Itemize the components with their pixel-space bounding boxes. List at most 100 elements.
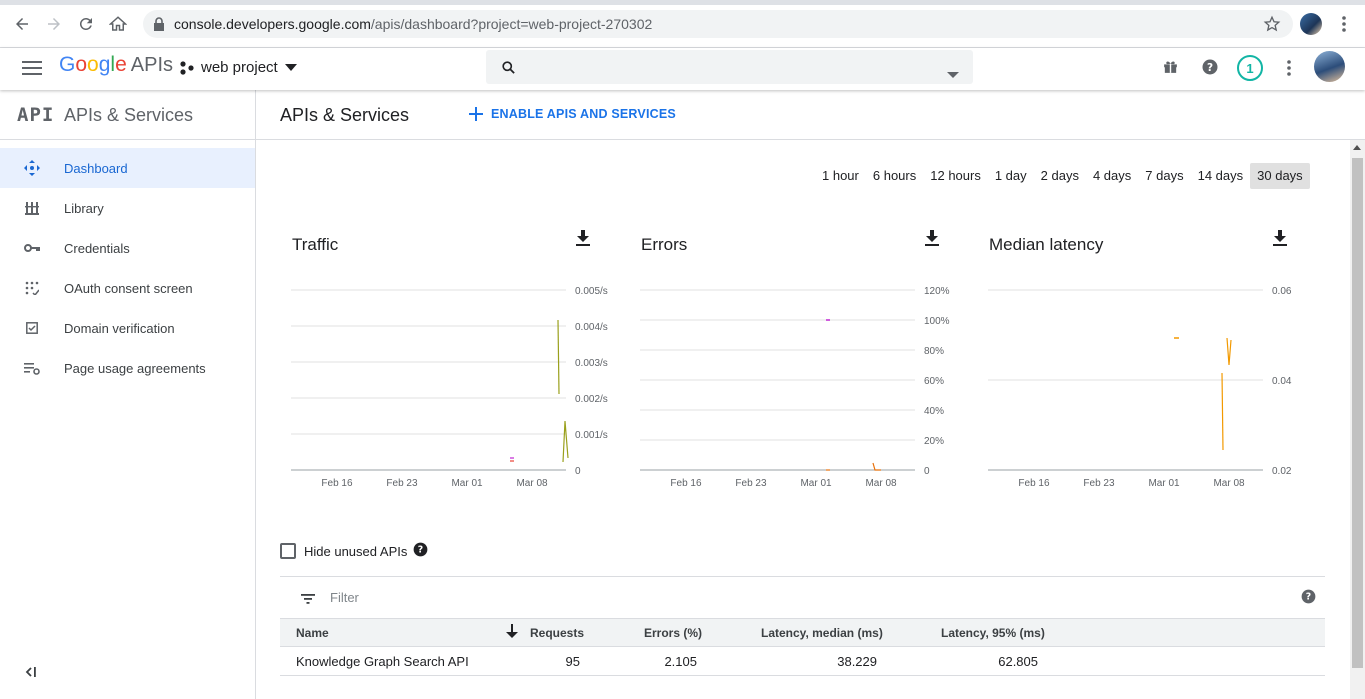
sidebar-item-credentials[interactable]: Credentials: [0, 228, 255, 268]
project-name: web project: [201, 59, 278, 76]
browser-menu-icon[interactable]: [1334, 14, 1354, 34]
median-latency-chart: Median latency 0.02 0.04 0.06 Feb 16 Feb 23 M…: [953, 230, 1292, 500]
notification-badge[interactable]: 1: [1237, 55, 1263, 81]
y-tick-label: 0: [924, 466, 930, 477]
sidebar-item-domain-verification[interactable]: Domain verification: [0, 308, 255, 348]
dashboard-icon: [24, 160, 40, 176]
x-tick-label: Feb 16: [1018, 478, 1050, 489]
traffic-chart: Traffic 0 0.001/s 0.002/s 0.003/s 0.004/s 0.0…: [256, 230, 608, 500]
enable-apis-label: ENABLE APIS AND SERVICES: [491, 107, 676, 121]
latency-median-value: 38.229: [837, 654, 877, 669]
url-text: console.developers.google.com/apis/dashb…: [174, 16, 652, 32]
sidebar: API APIs & Services Dashboard Library Cr…: [0, 90, 256, 699]
sidebar-item-label: Library: [64, 200, 104, 216]
table-row[interactable]: Knowledge Graph Search API 95 2.105 38.2…: [280, 647, 1325, 676]
reload-icon[interactable]: [76, 14, 96, 34]
column-name[interactable]: Name: [296, 626, 329, 640]
sidebar-header: API APIs & Services: [0, 90, 255, 140]
home-icon[interactable]: [108, 14, 128, 34]
time-range-14-days[interactable]: 14 days: [1191, 163, 1251, 189]
api-mark: API: [17, 104, 55, 126]
time-range-6-hours[interactable]: 6 hours: [866, 163, 923, 189]
browser-profile-avatar[interactable]: [1300, 13, 1322, 35]
gift-icon[interactable]: [1162, 58, 1179, 80]
checkbox-icon: [24, 320, 40, 336]
project-selector[interactable]: web project: [180, 59, 297, 76]
sidebar-item-label: Dashboard: [64, 160, 128, 176]
help-icon[interactable]: ?: [413, 542, 428, 560]
time-range-12-hours[interactable]: 12 hours: [923, 163, 988, 189]
svg-text:?: ?: [1306, 592, 1311, 603]
back-icon[interactable]: [12, 14, 32, 34]
time-range-30-days[interactable]: 30 days: [1250, 163, 1310, 189]
collapse-sidebar-icon[interactable]: [24, 665, 36, 681]
time-range-1-day[interactable]: 1 day: [988, 163, 1034, 189]
more-options-icon[interactable]: [1287, 60, 1291, 81]
x-tick-label: Mar 08: [1213, 478, 1245, 489]
help-icon[interactable]: ?: [1201, 58, 1219, 81]
sort-descending-icon[interactable]: [506, 624, 518, 641]
hide-unused-checkbox[interactable]: [280, 543, 296, 559]
search-bar[interactable]: [486, 50, 973, 84]
y-tick-label: 0.06: [1272, 286, 1292, 297]
hide-unused-label[interactable]: Hide unused APIs: [304, 544, 407, 559]
sidebar-item-page-usage[interactable]: Page usage agreements: [0, 348, 255, 388]
errors-series-line: [872, 462, 881, 471]
filter-icon: [301, 591, 315, 609]
page-header: APIs & Services ENABLE APIS AND SERVICES: [256, 90, 1365, 140]
table-help-icon[interactable]: ?: [1301, 589, 1316, 609]
search-dropdown-icon[interactable]: [947, 65, 959, 83]
sidebar-title: APIs & Services: [64, 105, 194, 125]
forward-icon[interactable]: [44, 14, 64, 34]
sidebar-item-dashboard[interactable]: Dashboard: [0, 148, 255, 188]
api-name-link[interactable]: Knowledge Graph Search API: [296, 654, 469, 669]
browser-toolbar: console.developers.google.com/apis/dashb…: [0, 0, 1365, 48]
scrollbar-thumb[interactable]: [1352, 158, 1363, 668]
latency-series-line: [1221, 372, 1224, 451]
sidebar-item-label: Credentials: [64, 240, 130, 256]
x-tick-label: Mar 08: [865, 478, 897, 489]
bookmark-star-icon[interactable]: [1263, 15, 1281, 38]
page-title: APIs & Services: [280, 105, 410, 125]
time-range-7-days[interactable]: 7 days: [1138, 163, 1190, 189]
key-icon: [24, 240, 40, 256]
latency-plot: 0.02 0.04 0.06 Feb 16 Feb 23 Mar 01 Mar 08: [988, 286, 1292, 489]
oauth-icon: [24, 280, 40, 296]
svg-text:?: ?: [418, 545, 423, 556]
y-tick-label: 0.02: [1272, 466, 1292, 477]
hamburger-menu-icon[interactable]: [22, 59, 42, 82]
address-bar[interactable]: console.developers.google.com/apis/dashb…: [143, 10, 1293, 38]
time-range-2-days[interactable]: 2 days: [1034, 163, 1086, 189]
time-range-selector: 1 hour 6 hours 12 hours 1 day 2 days 4 days 7 …: [815, 163, 1310, 189]
sidebar-item-label: Page usage agreements: [64, 360, 206, 376]
x-tick-label: Mar 08: [516, 478, 548, 489]
column-latency-95[interactable]: Latency, 95% (ms): [941, 626, 1045, 640]
column-errors[interactable]: Errors (%): [644, 626, 702, 640]
scroll-up-arrow-icon[interactable]: [1353, 145, 1361, 150]
sidebar-item-oauth[interactable]: OAuth consent screen: [0, 268, 255, 308]
project-icon: [180, 60, 194, 75]
lock-icon: [153, 17, 165, 36]
y-tick-label: 120%: [924, 286, 950, 297]
x-tick-label: Feb 23: [1083, 478, 1115, 489]
time-range-4-days[interactable]: 4 days: [1086, 163, 1138, 189]
x-tick-label: Mar 01: [800, 478, 832, 489]
y-tick-label: 60%: [924, 376, 944, 387]
time-range-1-hour[interactable]: 1 hour: [815, 163, 866, 189]
enable-apis-button[interactable]: ENABLE APIS AND SERVICES: [469, 107, 676, 121]
y-tick-label: 0.005/s: [575, 286, 608, 297]
user-avatar[interactable]: [1314, 51, 1345, 82]
main-content: APIs & Services ENABLE APIS AND SERVICES…: [256, 90, 1365, 699]
google-apis-logo[interactable]: Google APIs: [59, 53, 173, 77]
sidebar-item-library[interactable]: Library: [0, 188, 255, 228]
y-tick-label: 0.004/s: [575, 322, 608, 333]
filter-input[interactable]: Filter: [330, 590, 359, 605]
y-tick-label: 0: [575, 466, 581, 477]
page-scrollbar[interactable]: [1350, 140, 1365, 699]
column-latency-median[interactable]: Latency, median (ms): [761, 626, 883, 640]
x-tick-label: Feb 16: [670, 478, 702, 489]
filter-bar[interactable]: Filter ?: [280, 576, 1325, 618]
column-requests[interactable]: Requests: [530, 626, 584, 640]
x-tick-label: Feb 23: [386, 478, 418, 489]
errors-plot: 0 20% 40% 60% 80% 100% 120% Feb 16 Feb 23 Mar 01 M…: [640, 286, 950, 489]
